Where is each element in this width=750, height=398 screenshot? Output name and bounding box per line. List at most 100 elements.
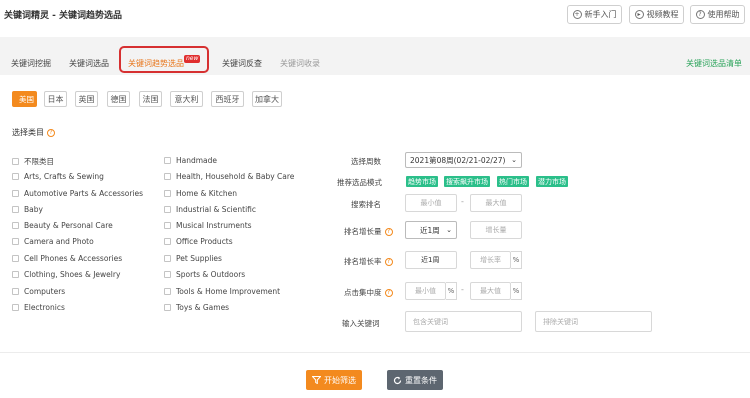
- click-min-input[interactable]: 最小值: [405, 282, 446, 300]
- checkbox[interactable]: [12, 190, 19, 197]
- video-tutorial-button[interactable]: ▸ 视频教程: [629, 5, 684, 24]
- category-item[interactable]: Sports & Outdoors: [164, 270, 245, 279]
- chevron-down-icon: ⌄: [511, 156, 517, 164]
- category-item[interactable]: Health, Household & Baby Care: [164, 172, 294, 181]
- category-item[interactable]: Baby: [12, 205, 43, 214]
- checkbox[interactable]: [12, 173, 19, 180]
- checkbox[interactable]: [12, 255, 19, 262]
- growth-period-value: 近1周: [420, 225, 440, 235]
- checkbox[interactable]: [12, 288, 19, 295]
- mode-tag-potential[interactable]: 潜力市场: [536, 176, 568, 187]
- question-icon[interactable]: ?: [47, 128, 55, 137]
- category-item[interactable]: Electronics: [12, 303, 65, 312]
- selection-list-link[interactable]: 关键词选品清单: [686, 58, 742, 69]
- rank-min-input[interactable]: 最小值: [405, 194, 457, 212]
- click-label-text: 点击集中度: [344, 288, 382, 297]
- click-max-input[interactable]: 最大值: [470, 282, 511, 300]
- rate-label: 排名增长率?: [344, 256, 393, 267]
- category-heading: 选择类目?: [12, 127, 55, 138]
- country-ca[interactable]: 加拿大: [252, 91, 282, 107]
- category-label: Sports & Outdoors: [176, 270, 246, 279]
- category-item[interactable]: Musical Instruments: [164, 221, 252, 230]
- category-item[interactable]: Arts, Crafts & Sewing: [12, 172, 104, 181]
- help-label: 使用帮助: [707, 10, 740, 19]
- category-item[interactable]: Home & Kitchen: [164, 189, 237, 198]
- checkbox[interactable]: [12, 271, 19, 278]
- chevron-down-icon: ⌄: [446, 226, 452, 234]
- divider: [0, 352, 750, 353]
- reset-conditions-button[interactable]: 重置条件: [387, 370, 443, 390]
- rank-max-input[interactable]: 最大值: [470, 194, 522, 212]
- question-icon[interactable]: ?: [384, 258, 393, 266]
- include-keyword-input[interactable]: 包含关键词: [405, 311, 522, 332]
- rate-period-field[interactable]: 近1周: [405, 251, 457, 269]
- mode-tag-trend[interactable]: 趋势市场: [406, 176, 438, 187]
- beginner-guide-button[interactable]: + 新手入门: [567, 5, 622, 24]
- plus-circle-icon: +: [572, 10, 582, 19]
- category-item[interactable]: Computers: [12, 287, 65, 296]
- country-jp[interactable]: 日本: [44, 91, 67, 107]
- checkbox[interactable]: [12, 158, 19, 165]
- category-item[interactable]: Toys & Games: [164, 303, 229, 312]
- tab-keyword-selection[interactable]: 关键词选品: [69, 58, 109, 69]
- checkbox[interactable]: [164, 157, 171, 164]
- filter-icon: [312, 376, 321, 384]
- tab-keyword-indexed[interactable]: 关键词收录: [280, 58, 320, 69]
- rate-input[interactable]: 增长率: [470, 251, 511, 269]
- checkbox[interactable]: [12, 206, 19, 213]
- category-label: Musical Instruments: [176, 221, 252, 230]
- rank-label: 搜索排名: [351, 200, 381, 209]
- country-fr[interactable]: 法国: [139, 91, 162, 107]
- country-uk[interactable]: 英国: [75, 91, 98, 107]
- country-es[interactable]: 西班牙: [211, 91, 244, 107]
- tab-bar: [0, 37, 750, 75]
- category-item[interactable]: Automotive Parts & Accessories: [12, 189, 143, 198]
- range-dash: -: [461, 197, 464, 206]
- keyword-label: 输入关键词: [342, 319, 380, 328]
- help-button[interactable]: ? 使用帮助: [690, 5, 745, 24]
- start-filter-button[interactable]: 开始筛选: [306, 370, 362, 390]
- category-item[interactable]: Tools & Home Improvement: [164, 287, 280, 296]
- growth-input[interactable]: 增长量: [470, 221, 522, 239]
- category-item[interactable]: Cell Phones & Accessories: [12, 254, 122, 263]
- category-label: Electronics: [24, 303, 65, 312]
- help-circle-icon: ?: [695, 10, 705, 19]
- category-item[interactable]: Clothing, Shoes & Jewelry: [12, 270, 120, 279]
- tab-keyword-trend[interactable]: 关键词趋势选品: [128, 58, 184, 69]
- checkbox[interactable]: [164, 206, 171, 213]
- week-select[interactable]: 2021第08周(02/21-02/27) ⌄: [405, 152, 522, 168]
- checkbox[interactable]: [164, 173, 171, 180]
- category-item[interactable]: 不限类目: [12, 156, 54, 167]
- category-item[interactable]: Beauty & Personal Care: [12, 221, 113, 230]
- question-icon[interactable]: ?: [384, 289, 393, 297]
- checkbox[interactable]: [164, 304, 171, 311]
- category-label: Handmade: [176, 156, 218, 165]
- checkbox[interactable]: [12, 304, 19, 311]
- mode-tag-hot[interactable]: 热门市场: [497, 176, 529, 187]
- country-it[interactable]: 意大利: [170, 91, 203, 107]
- exclude-keyword-input[interactable]: 排除关键词: [535, 311, 652, 332]
- country-us[interactable]: 美国: [12, 91, 37, 107]
- checkbox[interactable]: [164, 222, 171, 229]
- category-item[interactable]: Pet Supplies: [164, 254, 222, 263]
- category-item[interactable]: Camera and Photo: [12, 237, 94, 246]
- checkbox[interactable]: [12, 238, 19, 245]
- checkbox[interactable]: [164, 255, 171, 262]
- category-item[interactable]: Handmade: [164, 156, 217, 165]
- checkbox[interactable]: [164, 190, 171, 197]
- checkbox[interactable]: [164, 271, 171, 278]
- question-icon[interactable]: ?: [384, 228, 393, 236]
- mode-tag-surge[interactable]: 搜索飙升市场: [444, 176, 490, 187]
- tab-keyword-mining[interactable]: 关键词挖掘: [11, 58, 51, 69]
- checkbox[interactable]: [12, 222, 19, 229]
- checkbox[interactable]: [164, 238, 171, 245]
- growth-label: 排名增长量?: [344, 226, 393, 237]
- category-item[interactable]: Industrial & Scientific: [164, 205, 256, 214]
- checkbox[interactable]: [164, 288, 171, 295]
- country-de[interactable]: 德国: [107, 91, 130, 107]
- growth-period-select[interactable]: 近1周 ⌄: [405, 221, 457, 239]
- play-circle-icon: ▸: [634, 10, 644, 19]
- tab-keyword-reverse[interactable]: 关键词反查: [222, 58, 262, 69]
- category-item[interactable]: Office Products: [164, 237, 233, 246]
- week-label: 选择周数: [351, 157, 381, 166]
